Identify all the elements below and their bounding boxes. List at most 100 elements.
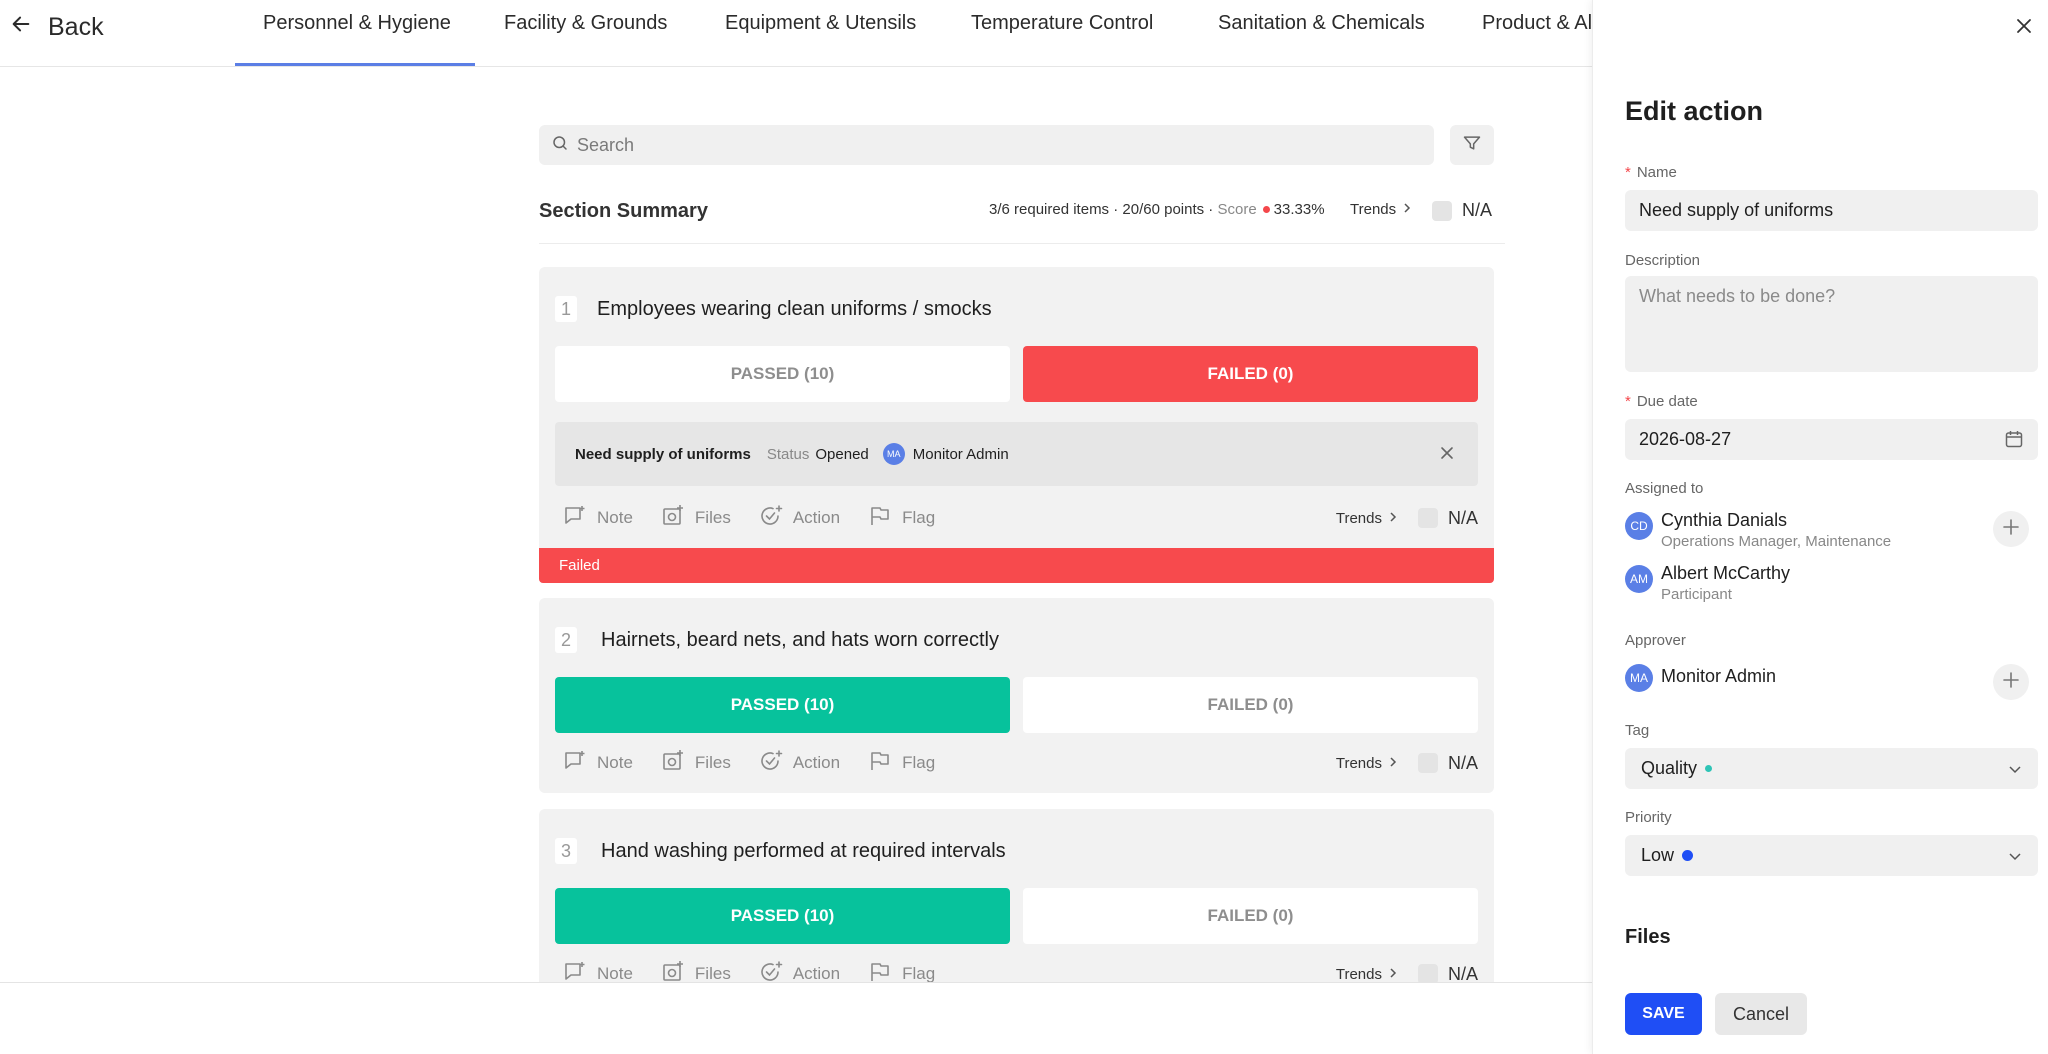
top-bar: Back Personnel & Hygiene Facility & Grou… [0, 0, 1592, 67]
tab-personnel-hygiene[interactable]: Personnel & Hygiene [263, 12, 451, 35]
passed-button[interactable]: PASSED (10) [555, 888, 1010, 944]
na-checkbox[interactable] [1417, 964, 1438, 982]
item-question: Employees wearing clean uniforms / smock… [597, 298, 992, 320]
filter-icon [1462, 133, 1482, 158]
separator: · [1204, 201, 1218, 218]
na-checkbox[interactable] [1417, 508, 1438, 528]
assigned-to-label: Assigned to [1625, 480, 1704, 497]
check-circle-icon [759, 749, 783, 778]
check-circle-icon [759, 504, 783, 533]
note-icon [563, 504, 587, 533]
summary-trends-link[interactable]: Trends [1350, 201, 1412, 218]
chevron-right-icon [1388, 510, 1398, 527]
na-label: N/A [1447, 507, 1478, 528]
due-date-field[interactable]: 2026-08-27 [1625, 419, 2038, 460]
tab-sanitation-chemicals[interactable]: Sanitation & Chemicals [1218, 12, 1425, 35]
approver-name: Monitor Admin [1661, 666, 1777, 686]
assignee-name: Albert McCarthy [1661, 563, 1791, 583]
note-button[interactable]: Note [563, 504, 633, 533]
close-icon[interactable] [2014, 16, 2034, 36]
files-button[interactable]: Files [661, 504, 731, 533]
search-bar [539, 125, 1434, 165]
trends-label: Trends [1335, 509, 1382, 527]
trends-label: Trends [1350, 201, 1397, 218]
na-label: N/A [1447, 752, 1478, 773]
item-trends-link[interactable]: Trends [1336, 505, 1398, 531]
section-summary-stats: 3/6 required items · 20/60 points · Scor… [989, 201, 1325, 218]
action-label: Action [792, 964, 841, 982]
action-button[interactable]: Action [759, 960, 841, 983]
checklist-item-card: 3 Hand washing performed at required int… [539, 809, 1494, 982]
description-field[interactable] [1625, 276, 2038, 372]
tab-facility-grounds[interactable]: Facility & Grounds [504, 12, 667, 35]
add-approver-button[interactable] [1993, 664, 2029, 700]
note-button[interactable]: Note [563, 749, 633, 778]
note-label: Note [597, 753, 633, 772]
failed-button[interactable]: FAILED (0) [1023, 888, 1478, 944]
item-trends-link[interactable]: Trends [1336, 750, 1398, 776]
tab-product[interactable]: Product & Al [1482, 12, 1592, 35]
flag-button[interactable]: Flag [868, 960, 935, 982]
avatar: CD [1625, 512, 1653, 540]
linked-action-row[interactable]: Need supply of uniforms Status Opened MA… [555, 422, 1478, 486]
edit-action-panel: Edit action * Name Need supply of uniform… [1592, 0, 2048, 1054]
flag-label: Flag [902, 508, 936, 527]
name-field[interactable]: Need supply of uniforms [1625, 190, 2038, 231]
passed-button[interactable]: PASSED (10) [555, 677, 1010, 733]
flag-button[interactable]: Flag [868, 749, 935, 778]
score-label: Score [1217, 201, 1257, 218]
failed-button[interactable]: FAILED (0) [1023, 677, 1478, 733]
files-section-title: Files [1625, 926, 1671, 948]
check-circle-icon [759, 960, 783, 983]
action-label: Action [792, 753, 841, 772]
item-number: 3 [555, 838, 577, 864]
close-icon[interactable] [1438, 444, 1456, 462]
files-button[interactable]: Files [661, 749, 731, 778]
files-button[interactable]: Files [661, 960, 731, 982]
chevron-right-icon [1402, 201, 1412, 218]
failed-button[interactable]: FAILED (0) [1023, 346, 1478, 402]
avatar: AM [1625, 565, 1653, 593]
item-toolbar: Note Files Action Flag [563, 504, 963, 533]
note-icon [563, 960, 587, 983]
tab-temperature-control[interactable]: Temperature Control [971, 12, 1153, 35]
add-assignee-button[interactable] [1993, 511, 2029, 547]
active-tab-indicator [235, 63, 475, 66]
back-button[interactable]: Back [10, 10, 104, 44]
item-na-toggle: N/A [1417, 961, 1478, 982]
action-button[interactable]: Action [759, 749, 840, 778]
avatar: MA [882, 443, 905, 465]
summary-na-toggle: N/A [1432, 200, 1492, 221]
item-question: Hairnets, beard nets, and hats worn corr… [601, 629, 999, 651]
flag-icon [868, 749, 892, 778]
item-question: Hand washing performed at required inter… [601, 840, 1006, 862]
search-input[interactable] [577, 134, 1397, 156]
due-date-value: 2026-08-27 [1639, 429, 1732, 449]
approver-row: MA Monitor Admin [1625, 662, 1776, 692]
item-number: 2 [555, 627, 577, 653]
filter-button[interactable] [1450, 125, 1494, 165]
chevron-right-icon [1388, 755, 1398, 772]
tab-equipment-utensils[interactable]: Equipment & Utensils [725, 12, 916, 35]
cancel-button[interactable]: Cancel [1715, 993, 1807, 1035]
tag-select[interactable]: Quality [1625, 748, 2038, 789]
na-checkbox[interactable] [1432, 200, 1452, 221]
section-summary-title: Section Summary [539, 200, 708, 222]
note-label: Note [597, 508, 633, 527]
assignee-row: CD Cynthia Danials Operations Manager, M… [1625, 510, 1891, 550]
na-label: N/A [1462, 200, 1493, 220]
save-button[interactable]: SAVE [1625, 993, 1702, 1035]
item-trends-link[interactable]: Trends [1336, 961, 1398, 982]
action-status-value: Opened [815, 445, 869, 463]
files-label: Files [694, 508, 731, 527]
note-button[interactable]: Note [563, 960, 633, 983]
item-toolbar: Note Files Action Flag [563, 749, 963, 778]
failed-status-strip: Failed [539, 548, 1494, 583]
calendar-icon[interactable] [2004, 429, 2024, 449]
passed-button[interactable]: PASSED (10) [555, 346, 1010, 402]
action-assignee-name: Monitor Admin [912, 445, 1009, 463]
na-checkbox[interactable] [1417, 753, 1438, 773]
action-button[interactable]: Action [759, 504, 840, 533]
priority-select[interactable]: Low [1625, 835, 2038, 876]
flag-button[interactable]: Flag [868, 504, 935, 533]
